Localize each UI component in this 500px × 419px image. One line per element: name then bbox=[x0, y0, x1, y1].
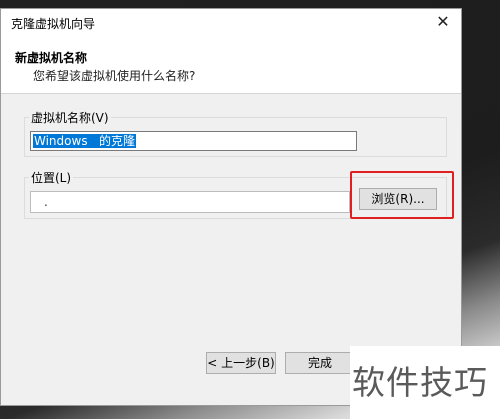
vm-name-group: 虚拟机名称(V) Windows 的克隆 bbox=[24, 109, 447, 157]
vm-name-label: 虚拟机名称(V) bbox=[29, 109, 111, 126]
page-title: 新虚拟机名称 bbox=[15, 51, 88, 65]
page-subtitle: 您希望该虚拟机使用什么名称? bbox=[33, 69, 196, 83]
location-value: . bbox=[44, 195, 48, 209]
location-label: 位置(L) bbox=[29, 169, 74, 186]
title-bar: 克隆虚拟机向导 ✕ bbox=[1, 9, 461, 37]
vm-name-input[interactable]: Windows 的克隆 bbox=[30, 131, 357, 151]
location-input[interactable]: . bbox=[30, 191, 350, 213]
back-button[interactable]: < 上一步(B) bbox=[206, 352, 276, 374]
vm-name-selected-text: Windows 的克隆 bbox=[33, 134, 137, 148]
highlight-box bbox=[350, 171, 454, 219]
finish-button[interactable]: 完成 bbox=[285, 352, 355, 374]
close-icon[interactable]: ✕ bbox=[433, 12, 453, 32]
window-title: 克隆虚拟机向导 bbox=[11, 17, 96, 31]
wizard-header: 新虚拟机名称 您希望该虚拟机使用什么名称? bbox=[1, 37, 461, 94]
watermark-text: 软件技巧 bbox=[352, 363, 488, 402]
